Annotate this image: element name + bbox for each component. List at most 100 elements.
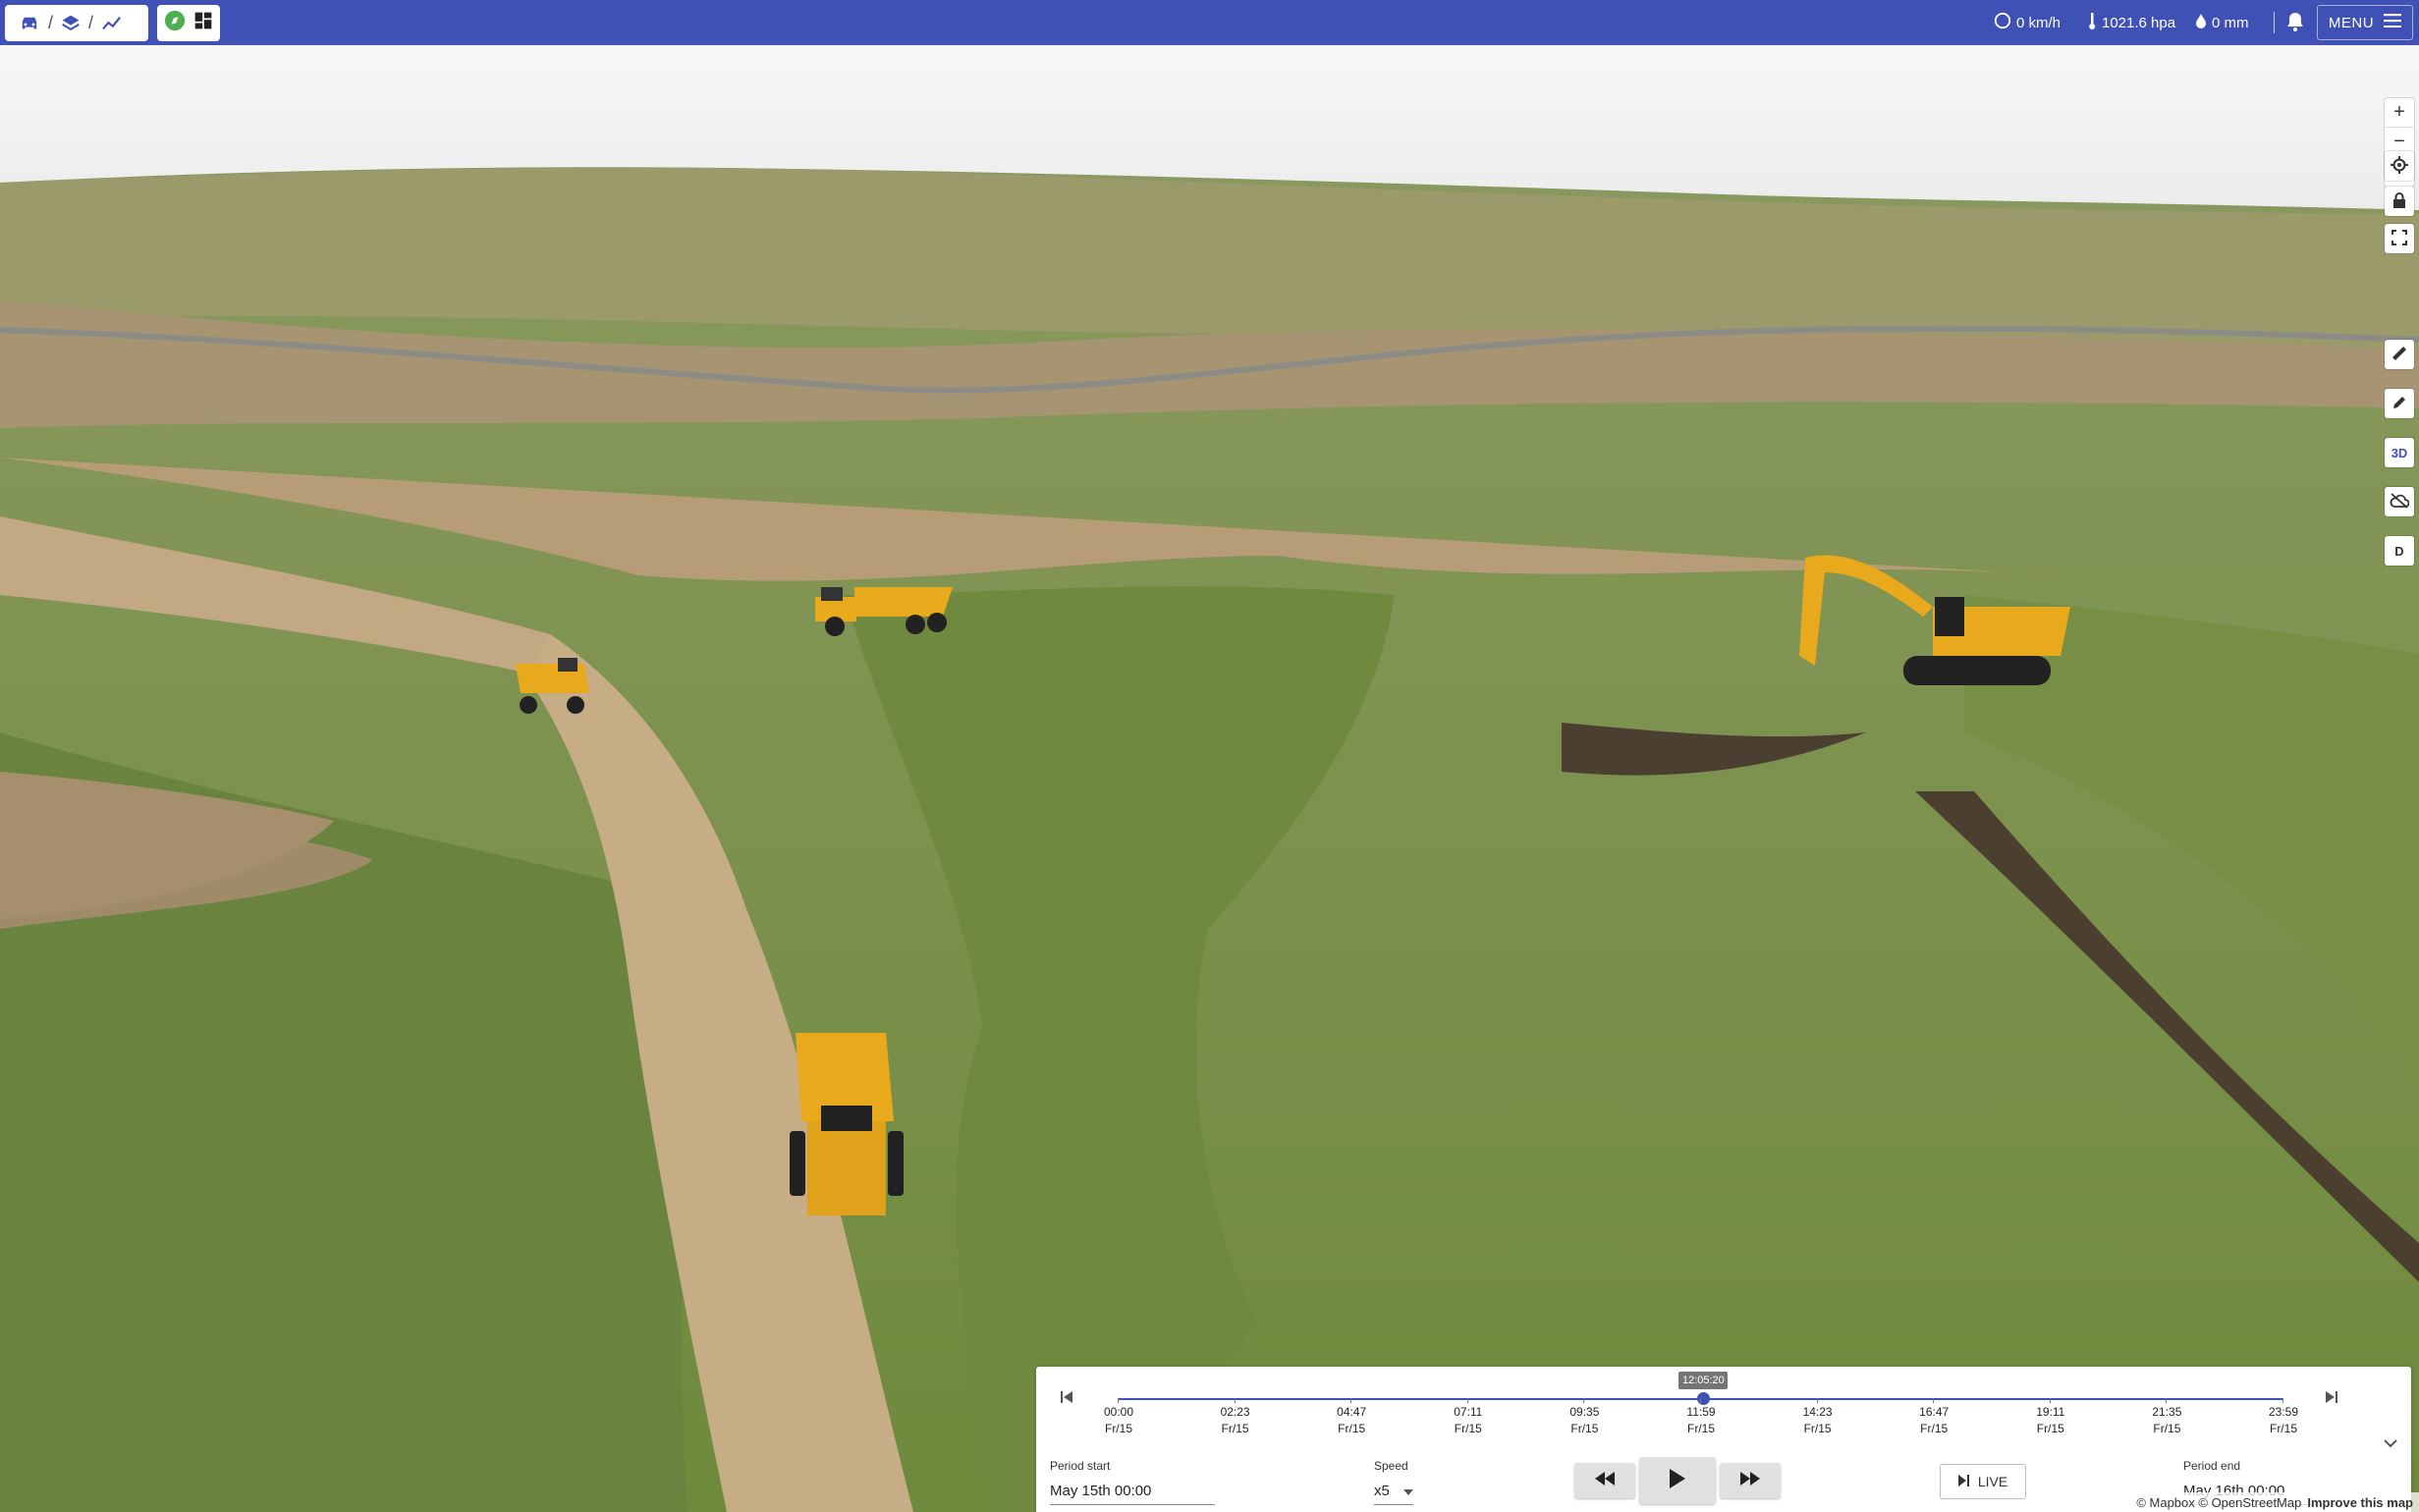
timeline-tick: 11:59 Fr/15 <box>1672 1398 1731 1437</box>
tick-time: 21:35 <box>2152 1405 2182 1419</box>
timeline-tick: 21:35 Fr/15 <box>2137 1398 2196 1437</box>
lock-icon <box>2392 191 2406 211</box>
speed-field[interactable]: Speed x5 <box>1374 1459 1413 1505</box>
cloud-off-button[interactable] <box>2385 487 2414 516</box>
period-start-input[interactable]: May 15th 00:00 <box>1050 1483 1215 1505</box>
thermometer-icon <box>2087 11 2097 34</box>
cloud-off-icon <box>2390 492 2410 512</box>
map-attribution: © Mapbox © OpenStreetMap Improve this ma… <box>2130 1492 2419 1512</box>
tick-day: Fr/15 <box>1454 1422 1482 1435</box>
rain-status: 0 mm <box>2195 0 2249 45</box>
tick-time: 04:47 <box>1337 1405 1367 1419</box>
tick-day: Fr/15 <box>1104 1422 1132 1435</box>
tick-day: Fr/15 <box>1686 1422 1715 1435</box>
d-mode-button[interactable]: D <box>2385 536 2414 566</box>
hamburger-icon <box>2384 14 2402 31</box>
collapse-chevron-icon[interactable] <box>2384 1435 2397 1453</box>
tick-time: 11:59 <box>1686 1405 1716 1419</box>
play-button[interactable] <box>1639 1457 1716 1504</box>
pressure-value: 1021.6 hpa <box>2102 14 2176 31</box>
period-end-label: Period end <box>2183 1459 2241 1473</box>
timeline-tick: 02:23 Fr/15 <box>1206 1398 1265 1437</box>
period-start-field[interactable]: Period start May 15th 00:00 <box>1050 1459 1215 1505</box>
rain-value: 0 mm <box>2212 14 2249 31</box>
playback-timeline: 12:05:20 00:00 Fr/15 02:23 Fr/15 04:47 Fr/15 0… <box>1036 1367 2411 1512</box>
live-label: LIVE <box>1977 1474 2008 1489</box>
tick-day: Fr/15 <box>2036 1422 2064 1435</box>
rewind-button[interactable] <box>1574 1463 1635 1498</box>
improve-map-link[interactable]: Improve this map <box>2307 1495 2413 1510</box>
menu-button[interactable]: MENU <box>2317 5 2413 40</box>
map-canvas[interactable]: + − 3D D 12:05:20 00:00 Fr/15 02:23 Fr/15 04… <box>0 45 2419 1512</box>
measure-button[interactable] <box>2385 340 2414 369</box>
nav-separator: / <box>48 13 54 32</box>
nav-separator: / <box>88 13 94 32</box>
timeline-tick: 14:23 Fr/15 <box>1788 1398 1847 1437</box>
compass-icon[interactable] <box>164 10 186 36</box>
crosshair-icon <box>2391 155 2408 177</box>
layers-icon[interactable] <box>61 14 81 33</box>
top-app-bar: / / 0 km/h 1021.6 hpa 0 mm MENU <box>0 0 2419 45</box>
playback-controls <box>1574 1457 1781 1504</box>
fullscreen-button[interactable] <box>2385 224 2414 253</box>
attribution-text[interactable]: © Mapbox © OpenStreetMap <box>2136 1495 2301 1510</box>
car-icon[interactable] <box>19 15 40 32</box>
speed-label: Speed <box>1374 1459 1408 1473</box>
fast-forward-icon <box>1740 1471 1760 1490</box>
dropdown-arrow-icon <box>1403 1483 1413 1499</box>
timeline-tick: 07:11 Fr/15 <box>1439 1398 1498 1437</box>
skip-end-icon[interactable] <box>2325 1390 2338 1407</box>
locate-button[interactable] <box>2385 151 2414 181</box>
tick-day: Fr/15 <box>1570 1422 1599 1435</box>
live-button[interactable]: LIVE <box>1940 1464 2026 1499</box>
tick-time: 14:23 <box>1802 1405 1833 1419</box>
skip-to-live-icon <box>1957 1474 1970 1489</box>
toggle-3d-button[interactable]: 3D <box>2385 438 2414 467</box>
tick-day: Fr/15 <box>1920 1422 1949 1435</box>
speed-select-value: x5 <box>1374 1483 1390 1499</box>
tick-time: 07:11 <box>1454 1405 1483 1419</box>
fullscreen-icon <box>2392 229 2407 248</box>
tick-day: Fr/15 <box>1803 1422 1832 1435</box>
timeline-tick: 19:11 Fr/15 <box>2021 1398 2080 1437</box>
secondary-nav-group <box>157 5 220 41</box>
period-start-label: Period start <box>1050 1459 1111 1473</box>
chart-line-icon[interactable] <box>101 15 123 32</box>
timeline-tick: 09:35 Fr/15 <box>1555 1398 1614 1437</box>
bell-icon[interactable] <box>2285 11 2305 37</box>
water-drop-icon <box>2195 13 2207 32</box>
menu-label: MENU <box>2328 14 2375 31</box>
articulated-dump-truck[interactable] <box>805 577 962 646</box>
speed-value: 0 km/h <box>2016 14 2062 31</box>
tick-day: Fr/15 <box>1338 1422 1366 1435</box>
timeline-tick: 04:47 Fr/15 <box>1322 1398 1381 1437</box>
rewind-icon <box>1595 1471 1615 1490</box>
speed-select[interactable]: x5 <box>1374 1483 1413 1505</box>
tick-day: Fr/15 <box>2269 1422 2297 1435</box>
speed-status: 0 km/h <box>1994 0 2061 45</box>
current-time-label: 12:05:20 <box>1678 1372 1729 1389</box>
tick-day: Fr/15 <box>1221 1422 1249 1435</box>
timeline-ticks: 00:00 Fr/15 02:23 Fr/15 04:47 Fr/15 07:11 Fr/15… <box>1104 1398 2298 1443</box>
timeline-tick: 00:00 Fr/15 <box>1089 1398 1148 1437</box>
timeline-tick: 16:47 Fr/15 <box>1904 1398 1963 1437</box>
tick-time: 23:59 <box>2268 1405 2299 1419</box>
draw-button[interactable] <box>2385 389 2414 418</box>
dashboard-icon[interactable] <box>193 11 213 35</box>
play-icon <box>1670 1468 1685 1493</box>
fast-forward-button[interactable] <box>1720 1463 1781 1498</box>
tick-time: 09:35 <box>1569 1405 1600 1419</box>
skip-start-icon[interactable] <box>1060 1390 1073 1407</box>
terrain-view <box>0 45 2419 1512</box>
speedometer-icon <box>1994 12 2011 33</box>
dump-truck-small[interactable] <box>511 654 599 723</box>
view-nav-group: / / <box>5 5 148 41</box>
haul-truck[interactable] <box>786 1023 913 1225</box>
pressure-status: 1021.6 hpa <box>2087 0 2175 45</box>
lock-button[interactable] <box>2385 187 2414 216</box>
tick-time: 02:23 <box>1220 1405 1250 1419</box>
tick-day: Fr/15 <box>2153 1422 2181 1435</box>
zoom-in-button[interactable]: + <box>2385 98 2414 128</box>
excavator[interactable] <box>1786 548 2080 715</box>
tick-time: 16:47 <box>1919 1405 1950 1419</box>
